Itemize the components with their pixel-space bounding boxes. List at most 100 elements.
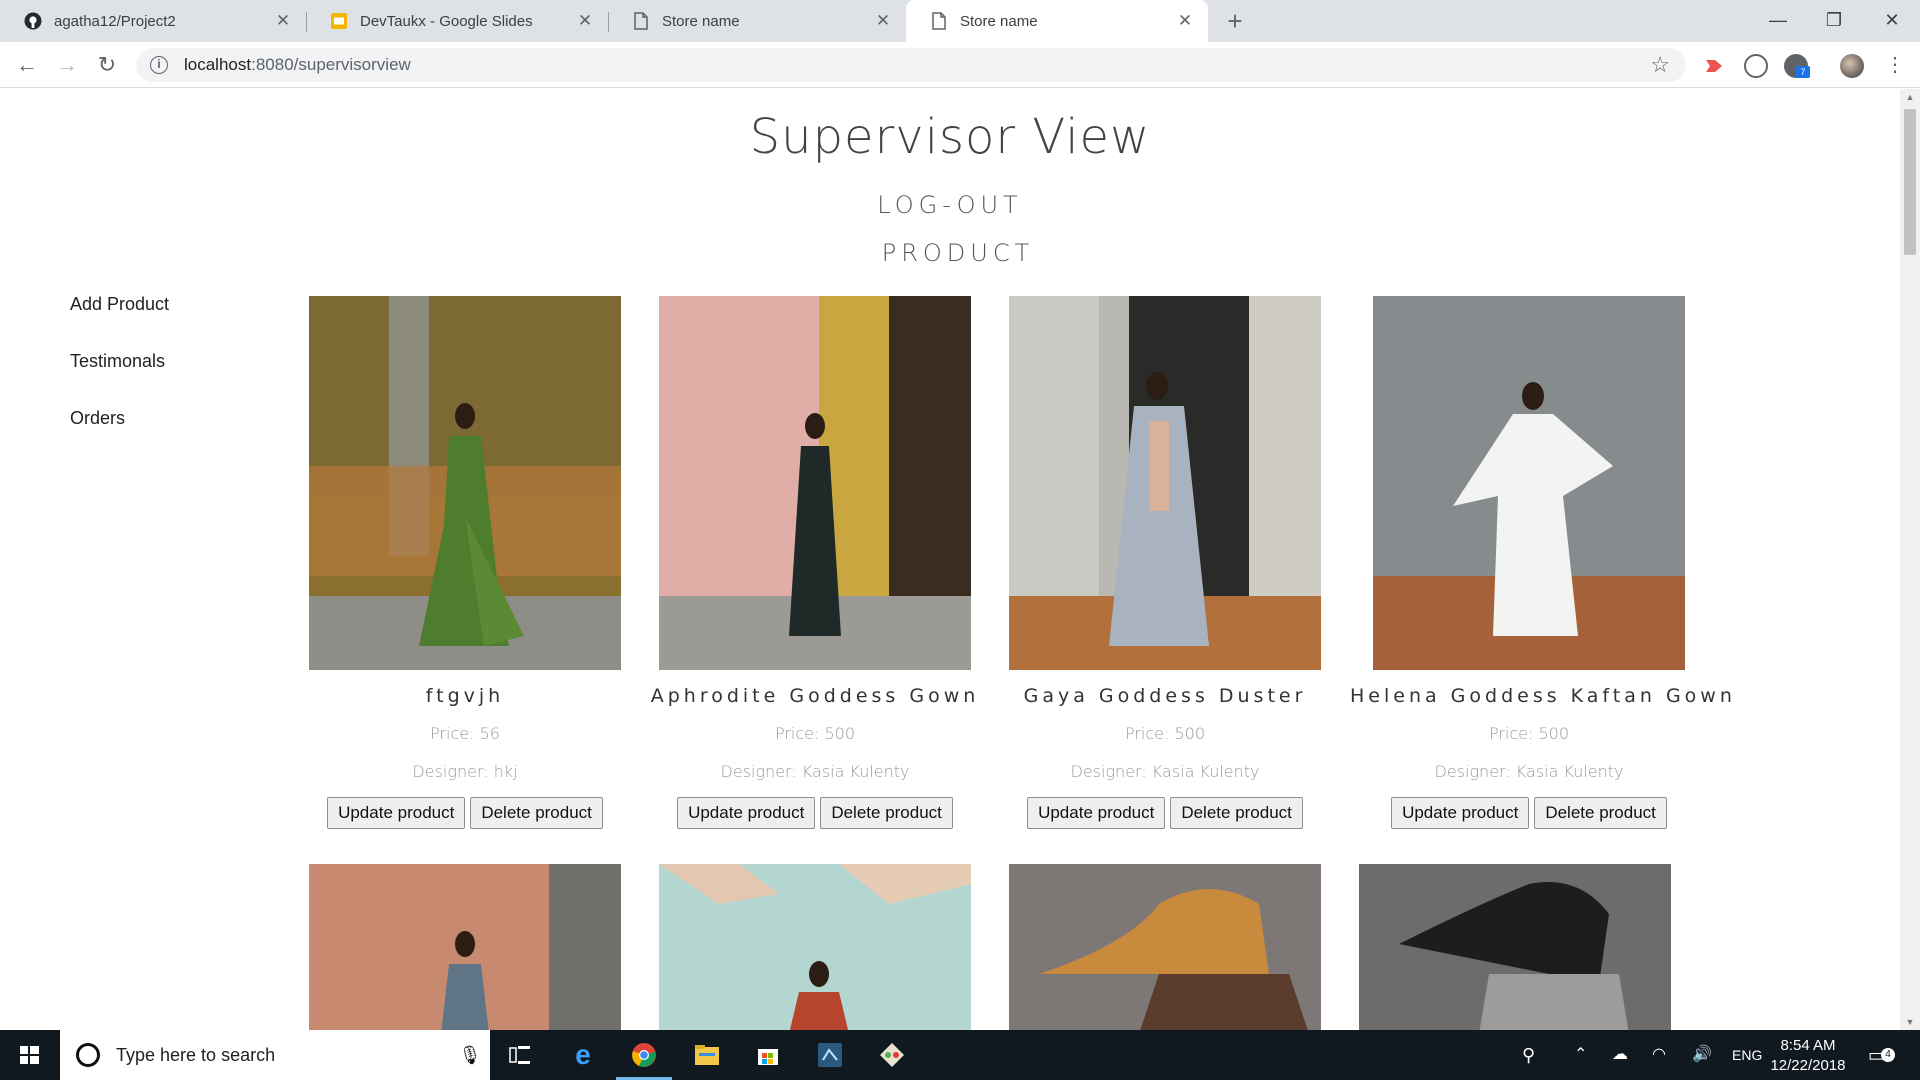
github-icon [24,12,42,30]
cortana-icon [76,1043,100,1067]
url-host: localhost [184,55,252,74]
update-product-button[interactable]: Update product [327,797,466,829]
product-photo [1009,864,1321,1030]
url-path: :8080/supervisorview [251,55,411,74]
minimize-button[interactable]: — [1748,0,1808,42]
maximize-button[interactable]: ❐ [1804,0,1864,42]
scroll-thumb[interactable] [1904,109,1916,255]
people-icon[interactable]: ⚲ [1522,1030,1535,1080]
logout-link[interactable]: LOG-OUT [0,191,1900,219]
url-text: localhost:8080/supervisorview [184,55,411,75]
section-heading: PRODUCT [881,239,1035,267]
product-price: Price: 500 [774,724,856,743]
sidebar-item-testimonals[interactable]: Testimonals [70,351,169,408]
slides-icon [330,12,348,30]
product-designer: Designer: Kasia Kulenty [1434,762,1624,781]
delete-product-button[interactable]: Delete product [1170,797,1303,829]
extension-icon[interactable] [1744,54,1768,78]
sidebar-item-orders[interactable]: Orders [70,408,169,465]
product-actions: Update product Delete product [650,797,980,829]
language-indicator[interactable]: ENG [1732,1030,1762,1080]
browser-toolbar: ← → ↻ i localhost:8080/supervisorview ☆ … [0,42,1920,88]
cast-extension-icon[interactable] [1702,54,1726,78]
tab-store-name-active[interactable]: Store name ✕ [906,0,1208,42]
page-scrollbar[interactable]: ▲ ▼ [1900,89,1920,1030]
store-icon[interactable] [751,1038,785,1072]
product-photo [1373,296,1685,670]
product-actions: Update product Delete product [300,797,630,829]
taskbar-search-box[interactable]: Type here to search 🎙 [60,1030,490,1080]
product-name: Helena Goddess Kaftan Gown [1350,685,1736,707]
product-price: Price: 500 [1124,724,1206,743]
product-designer: Designer: Kasia Kulenty [720,762,910,781]
product-actions: Update product Delete product [1000,797,1330,829]
close-icon[interactable]: ✕ [874,11,892,31]
close-icon[interactable]: ✕ [1176,11,1194,31]
notification-count: 4 [1881,1048,1895,1062]
delete-product-button[interactable]: Delete product [1534,797,1667,829]
update-product-button[interactable]: Update product [1027,797,1166,829]
microphone-icon[interactable]: 🎙 [450,1045,490,1066]
windows-start-button[interactable] [0,1030,60,1080]
close-window-button[interactable]: ✕ [1862,0,1920,42]
product-actions: Update product Delete product [1350,797,1708,829]
tab-title: DevTaukx - Google Slides [360,12,533,30]
product-price: Price: 56 [430,724,500,743]
chevron-up-icon[interactable]: ⌃ [1574,1030,1587,1080]
product-photo [1009,296,1321,670]
page-viewport: Supervisor View LOG-OUT PRODUCT Add Prod… [0,89,1900,1030]
volume-icon[interactable]: 🔊 [1692,1030,1712,1080]
product-price: Price: 500 [1488,724,1570,743]
tab-strip: agatha12/Project2 ✕ DevTaukx - Google Sl… [0,0,1920,42]
product-photo [659,296,971,670]
tab-github[interactable]: agatha12/Project2 ✕ [0,0,306,42]
chrome-icon[interactable] [627,1038,661,1072]
sidebar-item-add-product[interactable]: Add Product [70,294,169,351]
search-placeholder: Type here to search [116,1044,276,1065]
back-arrow-icon[interactable]: ← [12,50,42,80]
bookmark-star-icon[interactable]: ☆ [1650,52,1670,78]
tab-title: agatha12/Project2 [54,12,176,30]
edge-icon[interactable]: e [566,1038,600,1072]
sidebar: Add Product Testimonals Orders [70,294,169,465]
profile-avatar[interactable] [1840,54,1864,78]
new-tab-button[interactable]: + [1220,6,1250,36]
delete-product-button[interactable]: Delete product [820,797,953,829]
product-name: Gaya Goddess Duster [1023,685,1307,707]
info-icon[interactable]: i [150,56,168,74]
wifi-icon[interactable]: ◠ [1652,1030,1666,1080]
git-kraken-icon[interactable] [875,1038,909,1072]
address-bar[interactable]: i localhost:8080/supervisorview ☆ [136,48,1686,82]
close-icon[interactable]: ✕ [576,11,594,31]
tab-store-name[interactable]: Store name ✕ [608,0,906,42]
tab-google-slides[interactable]: DevTaukx - Google Slides ✕ [306,0,608,42]
product-designer: Designer: hkj [412,762,518,781]
close-icon[interactable]: ✕ [274,11,292,31]
tab-title: Store name [662,12,740,30]
code-editor-icon[interactable] [813,1038,847,1072]
tab-title: Store name [960,12,1038,30]
product-photo [659,864,971,1030]
product-name: ftgvjh [425,685,505,707]
file-explorer-icon[interactable] [690,1038,724,1072]
product-photo [1359,864,1671,1030]
clock-time: 8:54 AM [1780,1037,1836,1054]
scroll-down-icon[interactable]: ▼ [1900,1014,1920,1030]
update-product-button[interactable]: Update product [677,797,816,829]
page-icon [632,12,650,30]
task-view-icon[interactable] [503,1038,537,1072]
delete-product-button[interactable]: Delete product [470,797,603,829]
action-center-icon[interactable]: ▭ 4 [1868,1030,1895,1080]
page-title: Supervisor View [749,109,1151,165]
product-photo [309,296,621,670]
product-photo [309,864,621,1030]
onedrive-icon[interactable]: ☁ [1612,1030,1628,1080]
scroll-up-icon[interactable]: ▲ [1900,89,1920,105]
menu-kebab-icon[interactable]: ⋮ [1880,50,1910,80]
taskbar-clock[interactable]: 8:54 AM 12/22/2018 [1762,1036,1854,1076]
extension-badge-icon[interactable]: 7 [1784,54,1810,78]
reload-icon[interactable]: ↻ [92,50,122,80]
windows-taskbar: Type here to search 🎙 e ⚲ ⌃ ☁ ◠ 🔊 ENG 8:… [0,1030,1920,1080]
forward-arrow-icon[interactable]: → [52,50,82,80]
update-product-button[interactable]: Update product [1391,797,1530,829]
